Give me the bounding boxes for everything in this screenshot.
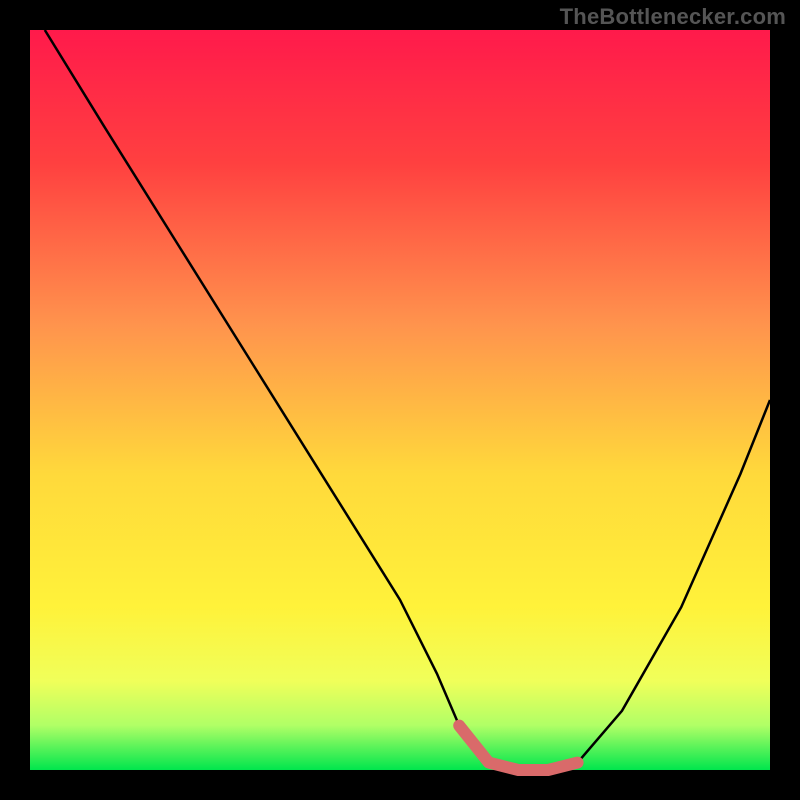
- bottleneck-chart: [0, 0, 800, 800]
- watermark-text: TheBottlenecker.com: [560, 4, 786, 30]
- chart-container: TheBottlenecker.com: [0, 0, 800, 800]
- plot-background: [30, 30, 770, 770]
